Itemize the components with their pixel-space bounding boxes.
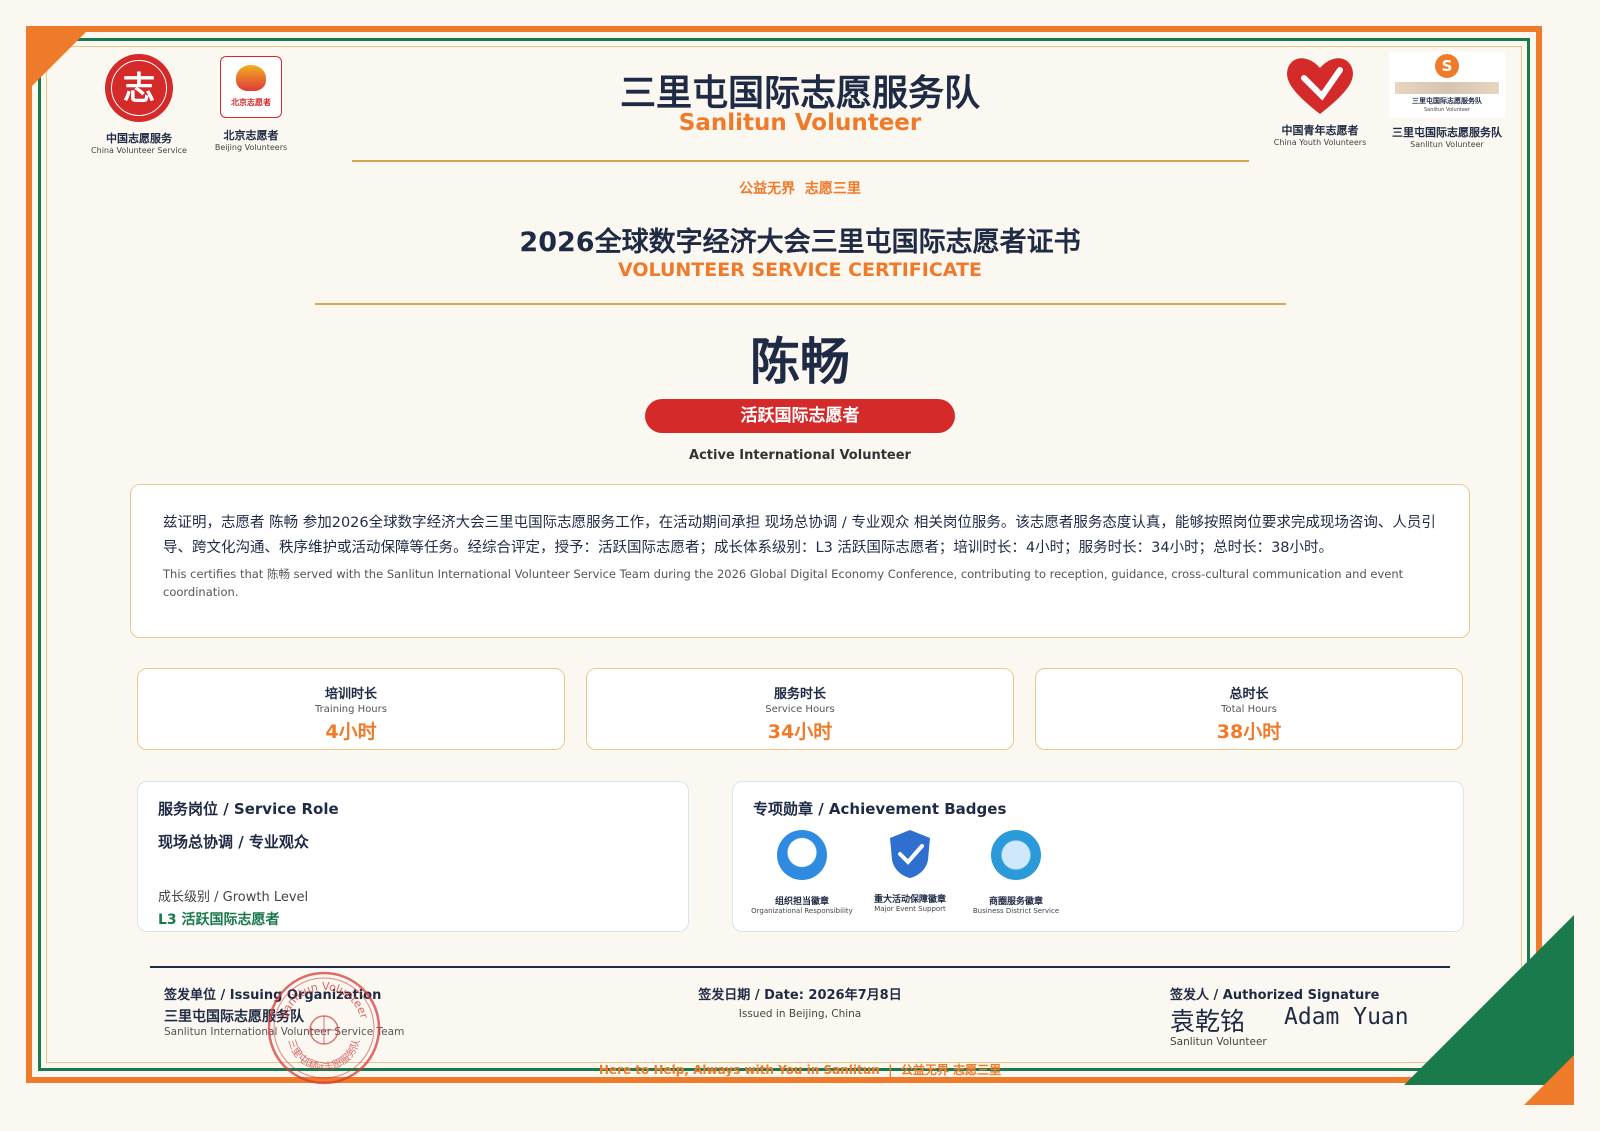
service-role-value: 现场总协调 / 专业观众 <box>158 833 309 851</box>
china-volunteer-subcaption: China Volunteer Service <box>91 146 187 155</box>
title-divider <box>315 303 1286 305</box>
growth-level-value: L3 活跃国际志愿者 <box>158 912 280 928</box>
corner-decoration-top-left <box>32 32 86 86</box>
red-heart-hand-icon <box>1287 58 1353 114</box>
training-hours-label-en: Training Hours <box>315 704 387 715</box>
badge-organizational-sublabel: Organizational Responsibility <box>751 907 853 915</box>
growth-level-label: 成长级别 / Growth Level <box>158 890 309 905</box>
level-badge: 活跃国际志愿者 <box>645 399 955 433</box>
sanlitun-subcaption: Sanlitun Volunteer <box>1410 140 1484 149</box>
service-role-card: 服务岗位 / Service Role 现场总协调 / 专业观众 成长级别 / … <box>137 781 689 932</box>
total-hours-card: 总时长 Total Hours 38小时 <box>1035 668 1463 750</box>
issue-date: 签发日期 / Date: 2026年7月8日 <box>698 988 902 1003</box>
slogan: 公益无界 志愿三里 <box>739 181 861 197</box>
beijing-volunteer-logo: 北京志愿者 北京志愿者 Beijing Volunteers <box>205 56 297 152</box>
certificate-title-cn: 2026全球数字经济大会三里屯国际志愿者证书 <box>519 227 1081 258</box>
china-volunteer-seal-icon: 志 <box>105 54 173 122</box>
sanlitun-caption: 三里屯国际志愿服务队 <box>1392 126 1502 139</box>
training-hours-value: 4小时 <box>325 721 377 743</box>
china-youth-caption: 中国青年志愿者 <box>1281 124 1359 137</box>
corner-decoration-bottom-right-orange <box>1524 1055 1574 1105</box>
service-hours-card: 服务时长 Service Hours 34小时 <box>586 668 1014 750</box>
service-role-label: 服务岗位 / Service Role <box>158 800 339 818</box>
badge-business-district: 商圈服务徽章 Business District Service <box>958 830 1074 915</box>
shield-badge-icon <box>890 830 930 878</box>
stamp-text-top: Sanlitun Volunteer <box>277 980 370 1021</box>
city-badge-icon <box>991 830 1041 880</box>
beijing-heart-icon: 北京志愿者 <box>220 56 282 118</box>
svg-text:Sanlitun Volunteer: Sanlitun Volunteer <box>277 980 370 1021</box>
sanlitun-skyline-icon: S 三里屯国际志愿服务队 Sanlitun Volunteer <box>1389 52 1505 118</box>
china-youth-volunteer-logo: 中国青年志愿者 China Youth Volunteers <box>1270 52 1370 147</box>
badge-major-event-sublabel: Major Event Support <box>874 905 946 913</box>
certificate-body-cn: 兹证明，志愿者 陈畅 参加2026全球数字经济大会三里屯国际志愿服务工作，在活动… <box>163 515 1436 556</box>
training-hours-label-cn: 培训时长 <box>324 687 377 702</box>
badge-business-district-sublabel: Business District Service <box>972 907 1060 915</box>
signature-en: Adam Yuan <box>1284 1004 1409 1030</box>
signature-label: 签发人 / Authorized Signature <box>1170 988 1380 1003</box>
service-hours-label-cn: 服务时长 <box>773 687 826 702</box>
badge-organizational-label: 组织担当徽章 <box>774 897 829 907</box>
org-title-en: Sanlitun Volunteer <box>678 110 922 136</box>
total-hours-value: 38小时 <box>1216 721 1282 743</box>
signature-cn: 袁乾铭 <box>1170 1007 1246 1036</box>
china-volunteer-caption: 中国志愿服务 <box>106 132 172 145</box>
footer-divider <box>150 966 1450 968</box>
sanlitun-volunteer-logo: S 三里屯国际志愿服务队 Sanlitun Volunteer 三里屯国际志愿服… <box>1384 52 1510 149</box>
total-hours-label-en: Total Hours <box>1221 704 1277 715</box>
recipient-name: 陈畅 <box>750 333 850 391</box>
issue-location: Issued in Beijing, China <box>738 1008 862 1020</box>
beijing-volunteer-caption: 北京志愿者 <box>223 129 279 142</box>
service-hours-value: 34小时 <box>767 721 833 743</box>
signature-sublabel: Sanlitun Volunteer <box>1170 1036 1267 1048</box>
certificate-title-en: VOLUNTEER SERVICE CERTIFICATE <box>618 259 982 281</box>
header-divider <box>352 160 1249 162</box>
certificate-body-en: This certifies that 陈畅 served with the S… <box>163 567 1404 599</box>
china-youth-subcaption: China Youth Volunteers <box>1273 138 1367 147</box>
certificate-body-card: 兹证明，志愿者 陈畅 参加2026全球数字经济大会三里屯国际志愿服务工作，在活动… <box>130 484 1470 638</box>
badge-business-district-label: 商圈服务徽章 <box>988 897 1043 907</box>
training-hours-card: 培训时长 Training Hours 4小时 <box>137 668 565 750</box>
flag-badge-icon <box>777 830 827 880</box>
org-title-cn: 三里屯国际志愿服务队 <box>619 73 980 114</box>
achievement-badges-title: 专项勋章 / Achievement Badges <box>753 800 1007 818</box>
total-hours-label-cn: 总时长 <box>1229 687 1269 702</box>
official-stamp: Sanlitun Volunteer 三里屯国际志愿服务队 <box>266 970 382 1086</box>
footer-tagline: Here to Help, Always with You in Sanlitu… <box>598 1063 1002 1077</box>
badge-major-event-label: 重大活动保障徽章 <box>873 895 946 905</box>
badge-organizational: 组织担当徽章 Organizational Responsibility <box>744 830 860 915</box>
beijing-volunteer-subcaption: Beijing Volunteers <box>214 143 288 152</box>
badge-major-event: 重大活动保障徽章 Major Event Support <box>852 826 968 913</box>
level-en: Active International Volunteer <box>689 448 911 463</box>
china-volunteer-logo: 志 中国志愿服务 China Volunteer Service <box>86 54 192 155</box>
service-hours-label-en: Service Hours <box>765 704 835 715</box>
